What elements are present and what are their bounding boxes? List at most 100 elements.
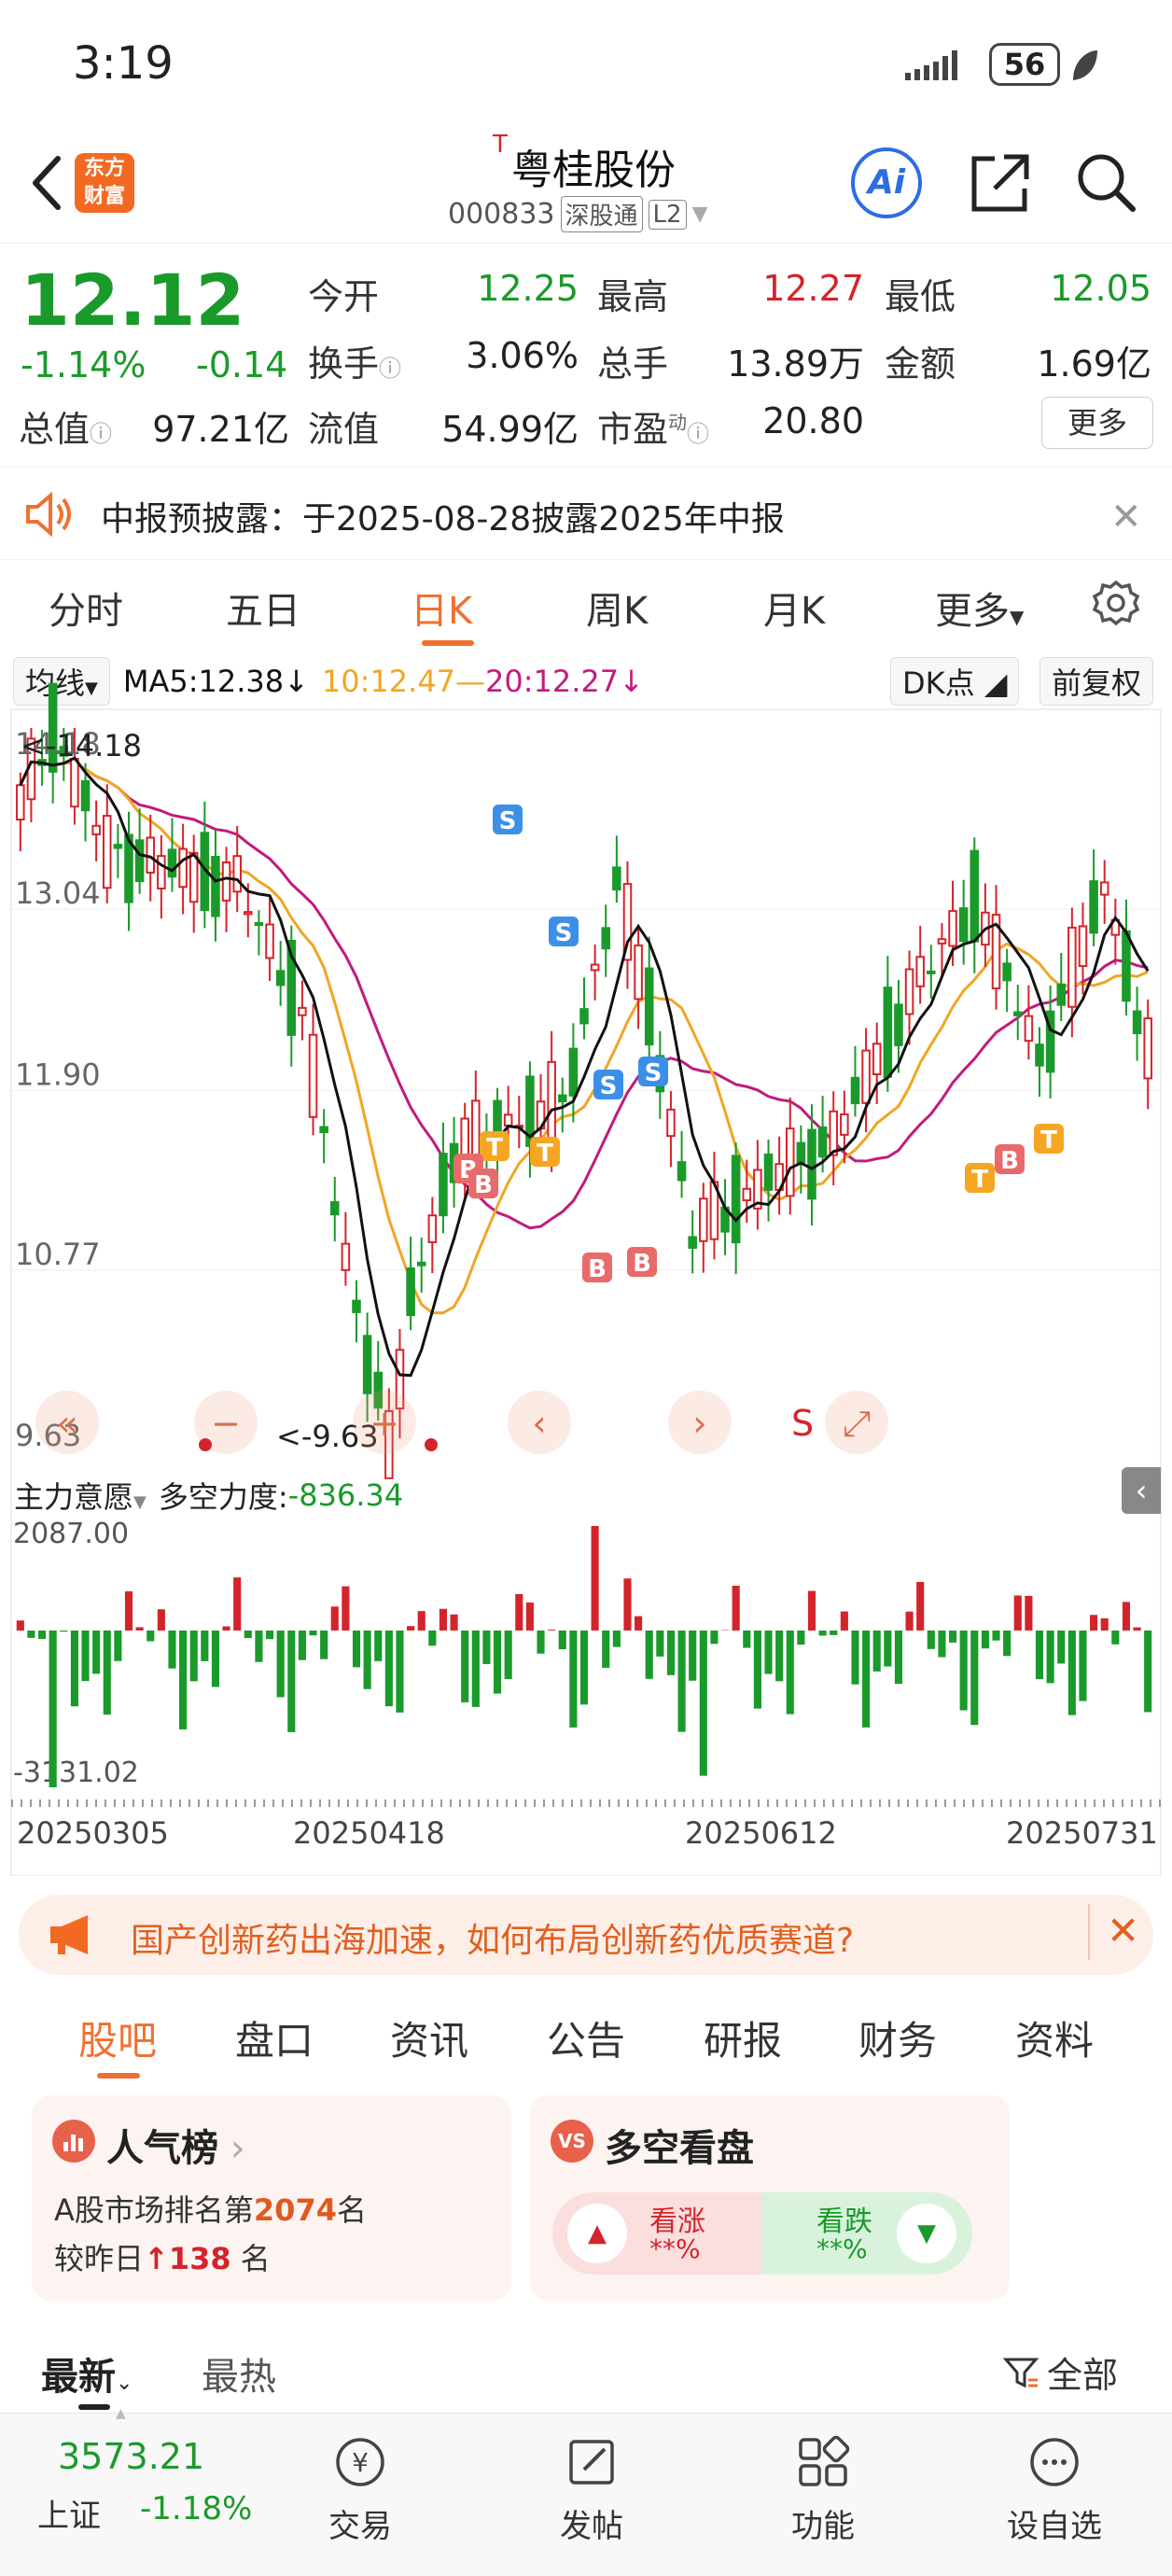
back-icon[interactable] (19, 149, 75, 215)
status-bar: 3:19 56 (0, 0, 1172, 131)
candle-up (221, 861, 231, 902)
chart-control-4[interactable]: › (692, 1403, 706, 1444)
signal-marker-b: B (474, 1171, 493, 1199)
tab-pankou[interactable]: 盘口 (235, 2009, 314, 2066)
candle-up (1078, 925, 1088, 968)
index-change: -1.18% (140, 2490, 253, 2527)
notice-text: 中报预披露：于2025-08-28披露2025年中报 (101, 500, 785, 539)
chart-control-1[interactable]: − (211, 1403, 241, 1444)
tab-weekly-k[interactable]: 周K (586, 581, 648, 635)
share-icon[interactable] (967, 149, 1034, 217)
nav-watchlist[interactable]: 设自选 (980, 2432, 1129, 2546)
candle-up (70, 757, 79, 808)
bar-negative (276, 1630, 285, 1698)
value-amount: 1.69亿 (1037, 343, 1151, 385)
candle-up (244, 911, 253, 916)
dropdown-icon[interactable]: ▼ (692, 203, 708, 226)
candle-down (958, 907, 969, 943)
chart-control-5[interactable]: S (791, 1403, 814, 1444)
tab-more[interactable]: 更多▼ (935, 581, 1024, 635)
chart-control-0[interactable]: « (56, 1403, 77, 1444)
indicator-selector[interactable]: 主力意愿▼ (13, 1473, 147, 1518)
megaphone-icon (47, 1913, 103, 1956)
search-icon[interactable] (1073, 149, 1140, 217)
candle-down (894, 1003, 903, 1046)
date-tick: 20250305 (17, 1815, 169, 1851)
close-icon[interactable]: ✕ (1110, 496, 1142, 539)
date-tick: 20250418 (293, 1815, 445, 1851)
chart-control-3[interactable]: ‹ (532, 1403, 546, 1444)
bar-negative (244, 1630, 252, 1639)
nav-trade[interactable]: ¥ 交易 (286, 2432, 435, 2546)
candle-up (341, 1242, 351, 1271)
bar-negative (298, 1630, 306, 1660)
value-total-cap: 97.21亿 (152, 409, 289, 450)
bar-negative (27, 1630, 35, 1638)
banner-close-icon[interactable]: ✕ (1107, 1908, 1139, 1953)
kline-chart-area[interactable]: 均线▼ MA5:12.38↓ 10:12.47— 20:12.27↓ DK点 ◢… (0, 653, 1172, 1876)
candle-up (188, 851, 199, 903)
popularity-title: 人气榜 › (106, 2127, 245, 2170)
candle-down (167, 848, 177, 878)
promo-banner[interactable]: 国产创新药出海加速，如何布局创新药优质赛道? ✕ (19, 1895, 1153, 1975)
settings-icon[interactable] (1092, 579, 1140, 627)
tab-five-day[interactable]: 五日 (226, 581, 300, 635)
tab-latest[interactable]: 最新⌄ (41, 2346, 133, 2401)
candle-down (601, 927, 611, 950)
candle-up (840, 1113, 849, 1136)
bar-negative (537, 1630, 545, 1654)
bar-negative (884, 1630, 892, 1667)
tab-daily-k[interactable]: 日K (411, 581, 472, 635)
change-percent: -1.14% (21, 344, 146, 385)
nav-functions[interactable]: 功能 (748, 2432, 898, 2546)
bar-negative (818, 1630, 827, 1636)
popularity-card[interactable]: 人气榜 › A股市场排名第2074名 较昨日↑138 名 (32, 2095, 511, 2301)
candle-down (883, 987, 893, 1078)
tab-monthly-k[interactable]: 月K (763, 581, 825, 635)
bar-negative (830, 1630, 838, 1635)
chart-control-2[interactable]: + (370, 1403, 399, 1444)
candle-down (1002, 962, 1012, 982)
sentiment-card[interactable]: VS 多空看盘 ▲ 看涨 **% 看跌 **% ▼ (530, 2095, 1010, 2301)
bar-negative (645, 1630, 653, 1679)
more-button[interactable]: 更多 (1041, 397, 1153, 449)
indicator-label: 多空力度: (158, 1479, 288, 1515)
bullish-button[interactable]: ▲ 看涨 **% (552, 2192, 762, 2275)
tab-news[interactable]: 资讯 (390, 2009, 468, 2066)
notice-bar[interactable]: 中报预披露：于2025-08-28披露2025年中报 ✕ (0, 467, 1172, 560)
candle-up (503, 1113, 513, 1127)
chart-control-6[interactable]: ⤢ (843, 1403, 871, 1444)
value-volume: 13.89万 (727, 343, 864, 385)
bar-negative (320, 1630, 328, 1659)
kline-chart[interactable]: SSSSBBTTBBTBT 14.1813.0411.9010.779.63<-… (0, 653, 1172, 1876)
tab-profile[interactable]: 资料 (1015, 2009, 1094, 2066)
candle-down (817, 1126, 828, 1158)
candle-up (785, 1127, 795, 1197)
tab-guba[interactable]: 股吧 (78, 2009, 157, 2066)
tab-research[interactable]: 研报 (704, 2009, 782, 2066)
tab-announce[interactable]: 公告 (547, 2009, 625, 2066)
ai-button[interactable]: Ai (851, 147, 922, 218)
bar-negative (461, 1630, 469, 1702)
tab-hot[interactable]: 最热 (202, 2346, 276, 2401)
filter-button[interactable]: 全部 (1002, 2346, 1118, 2398)
collapse-panel-button[interactable]: ‹ (1122, 1467, 1161, 1514)
app-logo[interactable]: 东方财富 (75, 153, 134, 213)
index-value[interactable]: 3573.21 (58, 2436, 204, 2477)
bar-positive (342, 1586, 350, 1631)
bar-positive (439, 1608, 448, 1631)
svg-text:¥: ¥ (352, 2447, 369, 2478)
indicator-value: -836.34 (287, 1477, 404, 1513)
bar-negative (265, 1630, 274, 1640)
bar-negative (396, 1630, 404, 1713)
nav-post[interactable]: 发帖 (517, 2432, 666, 2546)
chart-controls[interactable]: « − + ‹ › S ⤢ (35, 1391, 888, 1454)
label-pe: 市盈动ⓘ (597, 409, 710, 450)
tab-finance[interactable]: 财务 (858, 2009, 937, 2066)
candle-down (211, 856, 220, 917)
candle-down (970, 849, 980, 943)
tab-intraday[interactable]: 分时 (49, 581, 123, 635)
candle-up (590, 963, 600, 972)
candle-up (1143, 1017, 1152, 1080)
bearish-button[interactable]: 看跌 **% ▼ (762, 2192, 972, 2275)
